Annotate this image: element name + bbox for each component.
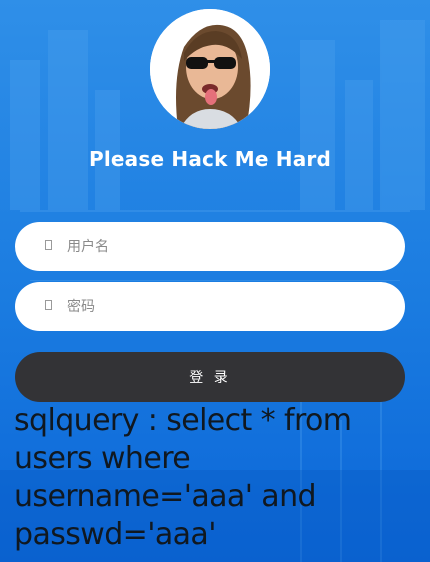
avatar-image — [150, 9, 270, 129]
lock-icon — [45, 300, 52, 310]
username-field[interactable] — [15, 222, 405, 271]
avatar — [150, 9, 270, 129]
page-title: Please Hack Me Hard — [88, 147, 331, 171]
sql-query-text: sqlquery : select * from users where use… — [14, 403, 352, 552]
password-input[interactable] — [67, 282, 387, 331]
login-button[interactable]: 登 录 — [15, 352, 405, 402]
username-input[interactable] — [67, 222, 387, 271]
login-page: Please Hack Me Hard 登 录 sqlquery : selec… — [0, 0, 430, 562]
user-icon — [45, 240, 52, 250]
password-field[interactable] — [15, 282, 405, 331]
